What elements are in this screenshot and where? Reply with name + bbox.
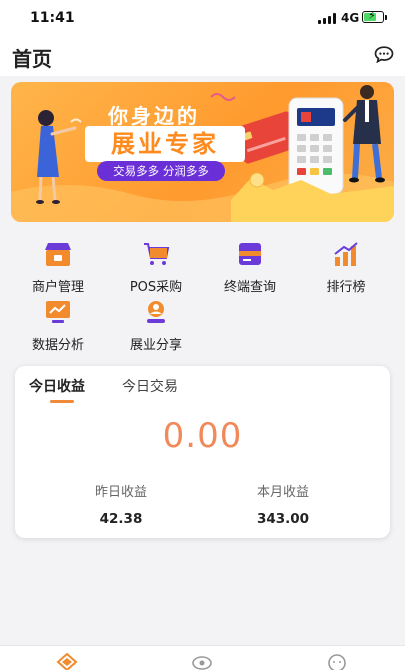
active-tab-indicator <box>50 400 74 403</box>
app-screen: 11:41 4G ⚡ 首页 你身边的 展业专家 交易多多 分润多多 商户管理 P… <box>0 0 405 670</box>
status-bar: 11:41 4G ⚡ <box>0 0 405 36</box>
promo-banner[interactable]: 你身边的 展业专家 交易多多 分润多多 <box>11 82 394 222</box>
yesterday-earnings-value: 42.38 <box>99 511 143 527</box>
banner-slogan-text: 交易多多 分润多多 <box>113 164 209 178</box>
banner-slogan: 交易多多 分润多多 <box>97 161 225 181</box>
quick-action-label: 终端查询 <box>223 280 276 295</box>
earnings-card: 今日收益 今日交易 0.00 昨日收益 42.38 本月收益 343.00 <box>15 366 390 538</box>
quick-action-label: 商户管理 <box>31 280 84 295</box>
bottom-nav <box>0 645 405 670</box>
home-diamond-icon[interactable] <box>56 653 78 670</box>
share-person-icon <box>147 301 165 323</box>
network-label: 4G <box>341 11 360 25</box>
quick-action-label: 数据分析 <box>31 338 84 353</box>
month-earnings-label: 本月收益 <box>256 485 309 500</box>
quick-action-label: 展业分享 <box>129 338 182 353</box>
app-header: 首页 <box>0 36 405 76</box>
terminal-card-icon <box>239 243 261 265</box>
quick-action-terminal-query[interactable]: 终端查询 <box>202 240 298 296</box>
tab-today-earnings[interactable]: 今日收益 <box>29 376 85 396</box>
quick-action-label: POS采购 <box>129 280 183 295</box>
chat-bubble-icon[interactable] <box>374 46 394 63</box>
quick-action-data-analysis[interactable]: 数据分析 <box>10 298 106 354</box>
today-earnings-total: 0.00 <box>162 416 243 456</box>
ranking-chart-icon <box>334 242 358 266</box>
quick-action-label: 排行榜 <box>326 280 366 295</box>
banner-headline: 你身边的 <box>108 104 200 128</box>
shopping-cart-icon <box>144 243 170 265</box>
storefront-icon <box>45 243 71 266</box>
month-earnings-value: 343.00 <box>256 511 310 527</box>
yesterday-earnings-label: 昨日收益 <box>94 485 147 500</box>
banner-title: 展业专家 <box>111 130 219 158</box>
quick-action-pos-purchase[interactable]: POS采购 <box>108 240 204 296</box>
quick-action-ranking[interactable]: 排行榜 <box>298 240 394 296</box>
quick-action-business-share[interactable]: 展业分享 <box>108 298 204 354</box>
profile-face-icon[interactable] <box>326 653 348 670</box>
quick-actions-grid: 商户管理 POS采购 终端查询 排行榜 数据分析 展业分享 <box>0 236 405 354</box>
battery-icon: ⚡ <box>362 9 384 23</box>
signal-icon <box>318 13 336 24</box>
status-time: 11:41 <box>30 10 75 26</box>
tab-today-transactions[interactable]: 今日交易 <box>122 376 178 396</box>
eye-icon[interactable] <box>191 653 213 670</box>
page-title: 首页 <box>12 47 52 71</box>
banner-title-box: 展业专家 <box>85 126 245 162</box>
analytics-board-icon <box>46 301 70 323</box>
quick-action-merchant-management[interactable]: 商户管理 <box>10 240 106 296</box>
